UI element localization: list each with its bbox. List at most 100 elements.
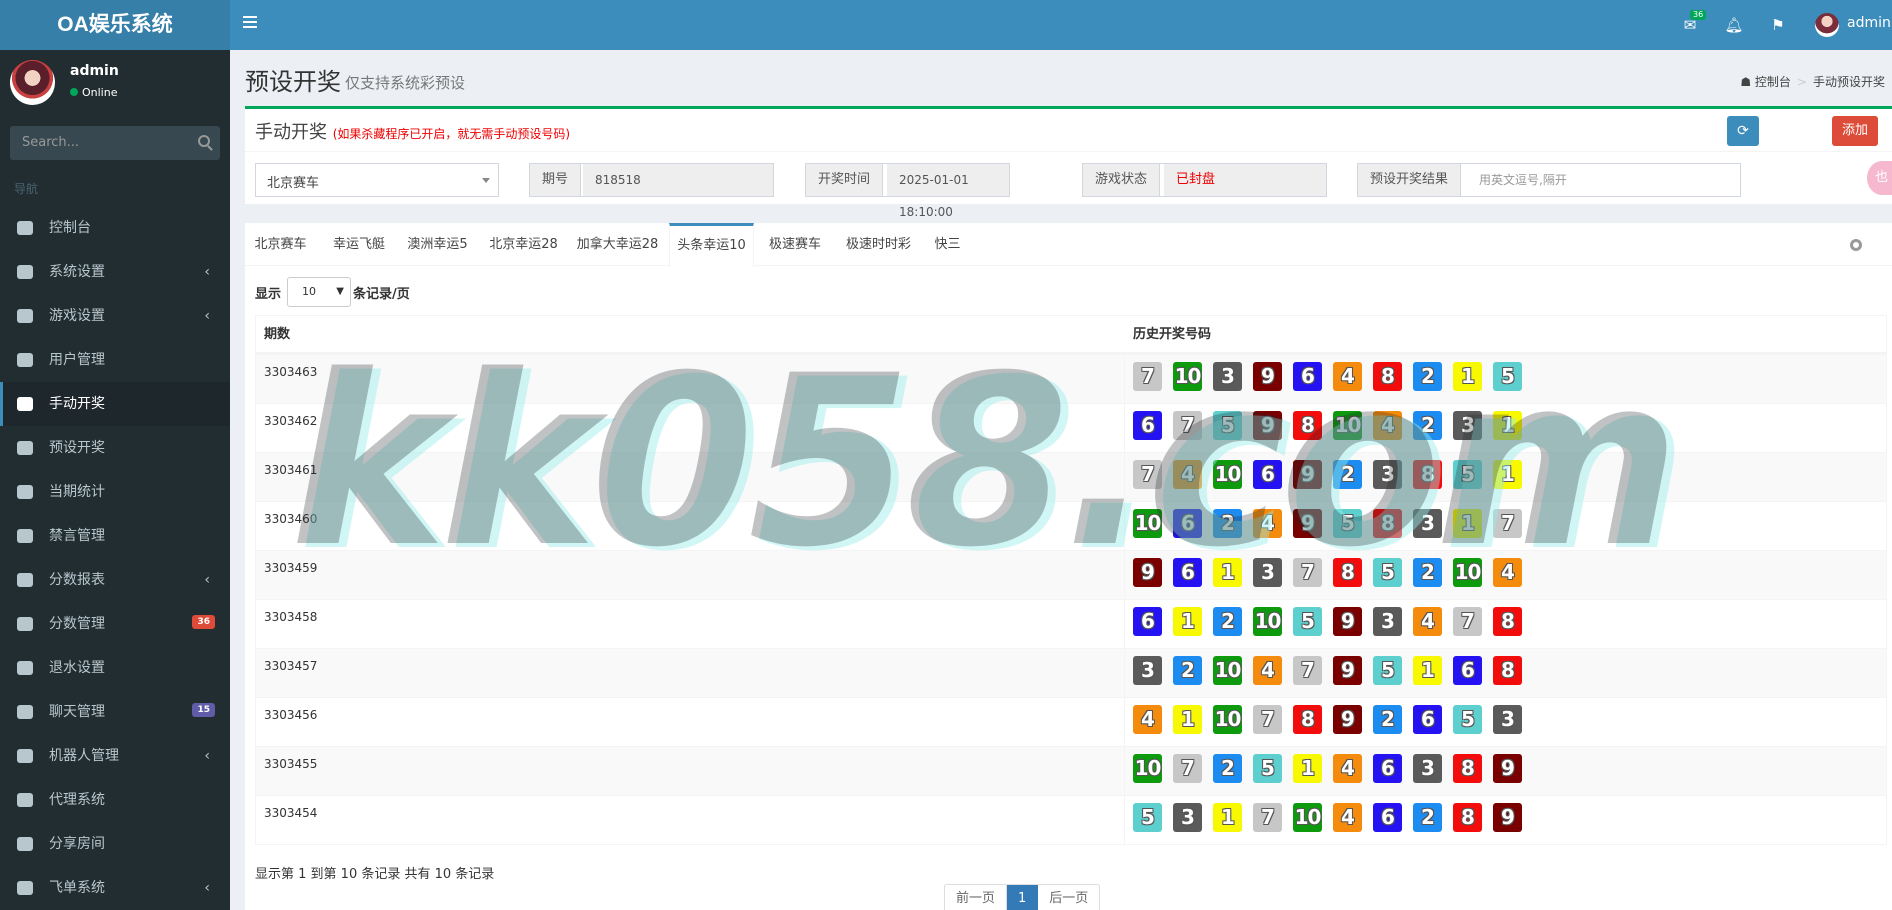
sidebar-search-input[interactable]: Search... bbox=[10, 126, 220, 160]
sidebar-item-9[interactable]: 分数管理 36 bbox=[0, 602, 230, 646]
page-1-button[interactable]: 1 bbox=[1007, 885, 1039, 910]
tab-8[interactable]: 快三 bbox=[925, 223, 970, 266]
sidebar-item-label: 系统设置 bbox=[49, 264, 105, 280]
tab-0[interactable]: 北京赛车 bbox=[245, 223, 316, 266]
online-status: Online bbox=[70, 86, 117, 99]
number-ball: 1 bbox=[1453, 509, 1482, 538]
sidebar-item-7[interactable]: 禁言管理 bbox=[0, 514, 230, 558]
number-ball: 2 bbox=[1373, 705, 1402, 734]
table-row: 3303457 3 2 10 4 7 9 5 1 6 8 bbox=[256, 648, 1886, 697]
table-row: 3303461 7 4 10 6 9 2 3 8 5 1 bbox=[256, 452, 1886, 501]
number-ball: 2 bbox=[1413, 558, 1442, 587]
issue-cell: 3303461 bbox=[264, 463, 318, 477]
number-ball: 2 bbox=[1413, 411, 1442, 440]
tab-5[interactable]: 头条幸运10 bbox=[669, 223, 754, 267]
number-ball: 1 bbox=[1453, 362, 1482, 391]
sidebar-item-11[interactable]: 聊天管理 15 bbox=[0, 690, 230, 734]
table-row: 3303462 6 7 5 9 8 10 4 2 3 1 bbox=[256, 403, 1886, 452]
number-ball: 9 bbox=[1333, 705, 1362, 734]
app-logo[interactable]: OA娱乐系统 bbox=[0, 0, 230, 50]
number-ball: 6 bbox=[1373, 803, 1402, 832]
game-status-field: 游戏状态 已封盘 bbox=[1082, 163, 1327, 197]
number-ball: 8 bbox=[1373, 362, 1402, 391]
sidebar-item-1[interactable]: 系统设置 ‹ bbox=[0, 250, 230, 294]
sidebar-item-3[interactable]: 用户管理 bbox=[0, 338, 230, 382]
next-page-button[interactable]: 后一页 bbox=[1038, 885, 1099, 910]
number-ball: 9 bbox=[1253, 411, 1282, 440]
gamepad-icon bbox=[17, 309, 33, 323]
game-status-input[interactable]: 已封盘 bbox=[1164, 164, 1326, 196]
add-button[interactable]: 添加 bbox=[1832, 116, 1878, 146]
breadcrumb-home[interactable]: 控制台 bbox=[1755, 75, 1791, 89]
number-ball: 8 bbox=[1333, 558, 1362, 587]
database-icon bbox=[17, 617, 33, 631]
bell-icon[interactable]: 🔔︎ bbox=[1724, 15, 1744, 35]
number-ball: 10 bbox=[1253, 607, 1282, 636]
side-float-tab[interactable]: 也 bbox=[1867, 161, 1892, 195]
number-ball: 5 bbox=[1133, 803, 1162, 832]
prev-page-button[interactable]: 前一页 bbox=[945, 885, 1008, 910]
refresh-icon: ⟳ bbox=[1737, 123, 1749, 139]
sidebar-toggle-icon[interactable] bbox=[243, 16, 257, 30]
number-ball: 4 bbox=[1333, 362, 1362, 391]
number-ball: 5 bbox=[1293, 607, 1322, 636]
page-size-select[interactable]: 10 ▼ bbox=[287, 277, 351, 307]
issue-cell: 3303460 bbox=[264, 512, 318, 526]
sidebar-item-2[interactable]: 游戏设置 ‹ bbox=[0, 294, 230, 338]
number-ball: 4 bbox=[1413, 607, 1442, 636]
sidebar-item-6[interactable]: 当期统计 bbox=[0, 470, 230, 514]
sidebar-item-label: 退水设置 bbox=[49, 660, 105, 676]
number-ball: 7 bbox=[1133, 362, 1162, 391]
number-ball: 2 bbox=[1413, 362, 1442, 391]
game-select[interactable]: 北京赛车 bbox=[255, 163, 499, 197]
sidebar-item-0[interactable]: 控制台 bbox=[0, 206, 230, 250]
count-badge: 15 bbox=[192, 703, 215, 717]
gear-icon[interactable] bbox=[1850, 239, 1862, 251]
tab-1[interactable]: 幸运飞艇 bbox=[320, 223, 398, 266]
issue-input[interactable]: 818518 bbox=[583, 164, 773, 196]
user-plus-icon bbox=[17, 793, 33, 807]
sidebar-item-14[interactable]: 分享房间 bbox=[0, 822, 230, 866]
number-ball: 9 bbox=[1333, 607, 1362, 636]
header-avatar[interactable] bbox=[1815, 13, 1839, 37]
sidebar-item-8[interactable]: 分数报表 ‹ bbox=[0, 558, 230, 602]
draw-time-input[interactable]: 2025-01-01 18:10:00 bbox=[887, 164, 1009, 219]
flag-icon[interactable]: ⚑ bbox=[1768, 15, 1788, 35]
chevron-left-icon: ‹ bbox=[204, 308, 210, 324]
sidebar-item-10[interactable]: 退水设置 bbox=[0, 646, 230, 690]
number-ball: 10 bbox=[1293, 803, 1322, 832]
number-ball: 7 bbox=[1453, 607, 1482, 636]
sidebar-item-label: 游戏设置 bbox=[49, 308, 105, 324]
sidebar-username: admin bbox=[70, 63, 119, 79]
sidebar-item-4[interactable]: 手动开奖 bbox=[0, 382, 230, 426]
column-header-issue[interactable]: 期数 bbox=[264, 316, 290, 354]
page-subtitle: 仅支持系统彩预设 bbox=[345, 74, 466, 92]
sidebar-item-15[interactable]: 飞单系统 ‹ bbox=[0, 866, 230, 910]
issue-cell: 3303456 bbox=[264, 708, 318, 722]
sidebar-item-5[interactable]: 预设开奖 bbox=[0, 426, 230, 470]
sidebar-item-12[interactable]: 机器人管理 ‹ bbox=[0, 734, 230, 778]
number-ball: 4 bbox=[1133, 705, 1162, 734]
issue-label: 期号 bbox=[530, 164, 582, 196]
tab-2[interactable]: 澳洲幸运5 bbox=[398, 223, 477, 266]
cloud-download-icon bbox=[17, 661, 33, 675]
sidebar-item-13[interactable]: 代理系统 bbox=[0, 778, 230, 822]
refresh-button[interactable]: ⟳ bbox=[1727, 116, 1759, 146]
tab-7[interactable]: 极速时时彩 bbox=[836, 223, 921, 266]
preset-result-input[interactable]: 用英文逗号,隔开 bbox=[1467, 164, 1740, 196]
send-icon bbox=[17, 881, 33, 895]
header-username[interactable]: admin bbox=[1847, 15, 1891, 31]
tab-3[interactable]: 北京幸运28 bbox=[481, 223, 566, 266]
column-header-results[interactable]: 历史开奖号码 bbox=[1133, 316, 1211, 354]
number-ball: 2 bbox=[1213, 754, 1242, 783]
number-ball: 8 bbox=[1373, 509, 1402, 538]
table-row: 3303458 6 1 2 10 5 9 3 4 7 8 bbox=[256, 599, 1886, 648]
result-balls: 9 6 1 3 7 8 5 2 10 4 bbox=[1133, 558, 1533, 588]
pagination: 前一页 1 后一页 bbox=[944, 884, 1101, 910]
tab-4[interactable]: 加拿大幸运28 bbox=[570, 223, 665, 266]
number-ball: 3 bbox=[1413, 754, 1442, 783]
tab-6[interactable]: 极速赛车 bbox=[758, 223, 832, 266]
search-icon[interactable] bbox=[198, 135, 210, 147]
draw-time-field: 开奖时间 2025-01-01 18:10:00 bbox=[805, 163, 1010, 219]
chevron-left-icon: ‹ bbox=[204, 572, 210, 588]
